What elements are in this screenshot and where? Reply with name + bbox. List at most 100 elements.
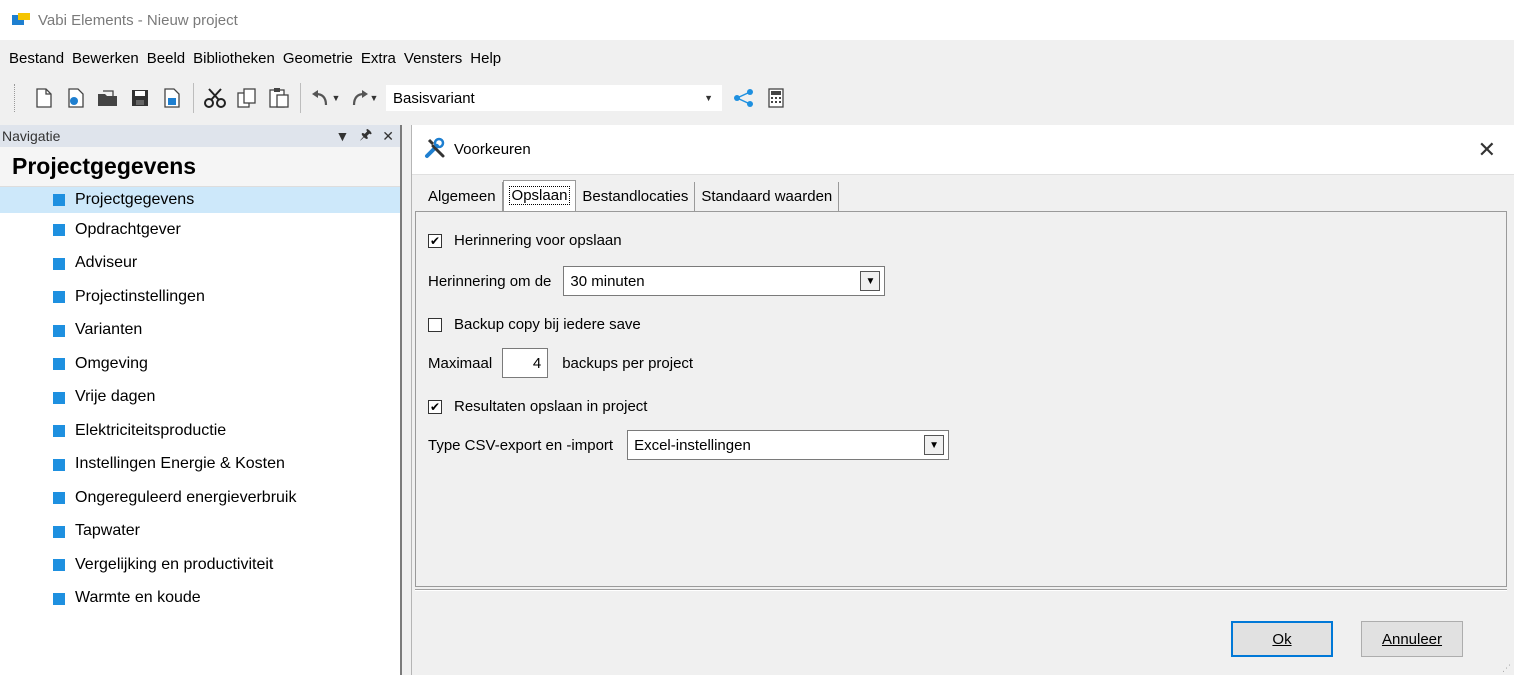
tab-algemeen[interactable]: Algemeen — [422, 182, 503, 212]
resize-grip-icon[interactable]: ⋰ — [1502, 663, 1512, 673]
nav-item-label: Tapwater — [75, 522, 140, 540]
reminder-checkbox[interactable]: ✔ — [428, 233, 442, 248]
nav-item-label: Omgeving — [75, 354, 148, 372]
nav-item-tapwater[interactable]: Tapwater — [0, 515, 402, 549]
menu-help[interactable]: Help — [467, 50, 504, 67]
chevron-down-icon[interactable]: ▼ — [860, 271, 881, 291]
backup-label: Backup copy bij iedere save — [454, 316, 641, 333]
nav-item-ongereguleerd-energieverbruik[interactable]: Ongereguleerd energieverbruik — [0, 481, 402, 515]
nav-item-vergelijking-productiviteit[interactable]: Vergelijking en productiviteit — [0, 548, 402, 582]
cut-icon[interactable] — [199, 82, 231, 114]
nav-item-projectgegevens[interactable]: Projectgegevens — [0, 187, 402, 213]
nav-item-label: Adviseur — [75, 254, 138, 272]
menu-bibliotheken[interactable]: Bibliotheken — [190, 50, 278, 67]
tab-panel-opslaan: ✔ Herinnering voor opslaan Herinnering o… — [415, 211, 1507, 587]
panel-splitter[interactable] — [400, 125, 402, 675]
dialog-title: Voorkeuren — [454, 141, 531, 158]
bullet-square-icon — [53, 592, 65, 605]
nav-item-label: Vrije dagen — [75, 388, 156, 406]
copy-icon[interactable] — [231, 82, 263, 114]
menu-extra[interactable]: Extra — [358, 50, 399, 67]
chevron-down-icon[interactable]: ▼ — [924, 435, 945, 455]
menu-bestand[interactable]: Bestand — [6, 50, 67, 67]
tab-label: Algemeen — [428, 188, 496, 205]
tab-opslaan[interactable]: Opslaan — [502, 180, 577, 212]
max-backups-input[interactable]: 4 — [502, 348, 549, 378]
tab-label: Standaard waarden — [701, 188, 833, 205]
menu-geometrie[interactable]: Geometrie — [280, 50, 356, 67]
bullet-square-icon — [53, 425, 65, 437]
nav-item-label: Warmte en koude — [75, 589, 201, 607]
bullet-square-icon — [53, 391, 65, 404]
nav-item-label: Vergelijking en productiviteit — [75, 555, 274, 573]
nav-item-varianten[interactable]: Varianten — [0, 314, 402, 348]
open-icon[interactable] — [92, 82, 124, 114]
backup-row: Backup copy bij iedere save — [428, 316, 641, 333]
menu-beeld[interactable]: Beeld — [144, 50, 188, 67]
cancel-button[interactable]: Annuleer — [1361, 621, 1463, 657]
csv-type-select[interactable]: Excel-instellingen ▼ — [627, 430, 950, 460]
nav-item-vrije-dagen[interactable]: Vrije dagen — [0, 381, 402, 415]
nav-item-opdrachtgever[interactable]: Opdrachtgever — [0, 213, 402, 247]
nav-item-projectinstellingen[interactable]: Projectinstellingen — [0, 280, 402, 314]
calculator-icon[interactable] — [760, 82, 792, 114]
bullet-square-icon — [53, 458, 65, 471]
title-bar: Vabi Elements - Nieuw project — [0, 0, 1514, 40]
variant-value: Basisvariant — [393, 89, 475, 107]
max-backups-row: Maximaal 4 backups per project — [428, 348, 693, 378]
max-backups-value: 4 — [532, 354, 542, 372]
close-icon[interactable]: ✕ — [382, 128, 394, 145]
chevron-down-icon[interactable]: ▼ — [704, 93, 713, 103]
results-row: ✔ Resultaten opslaan in project — [428, 398, 647, 415]
chevron-down-icon[interactable]: ▼ — [370, 93, 379, 103]
bullet-square-icon — [53, 525, 65, 538]
results-label: Resultaten opslaan in project — [454, 398, 648, 415]
nav-item-omgeving[interactable]: Omgeving — [0, 347, 402, 381]
bullet-square-icon — [53, 358, 65, 370]
undo-icon[interactable]: ▼ — [306, 82, 344, 114]
chevron-down-icon[interactable]: ▼ — [332, 93, 341, 103]
pin-icon[interactable]: 🖈 — [359, 124, 372, 148]
new-icon[interactable] — [28, 82, 60, 114]
navigation-list: Projectgegevens Opdrachtgever Adviseur P… — [0, 187, 402, 615]
close-icon[interactable]: ✕ — [1478, 137, 1496, 163]
dialog-separator — [415, 589, 1507, 591]
reminder-interval-select[interactable]: 30 minuten ▼ — [563, 266, 886, 296]
tab-bestandlocaties[interactable]: Bestandlocaties — [576, 182, 696, 212]
nav-item-adviseur[interactable]: Adviseur — [0, 247, 402, 281]
tab-standaard-waarden[interactable]: Standaard waarden — [695, 182, 840, 212]
dialog-title-bar: Voorkeuren — [412, 125, 1514, 175]
toolbar-separator — [300, 83, 301, 113]
preferences-dialog: Voorkeuren ✕ Algemeen Opslaan Bestandloc… — [411, 125, 1514, 675]
chevron-down-icon[interactable]: ▼ — [335, 128, 349, 144]
nav-item-label: Varianten — [75, 321, 143, 339]
bullet-square-icon — [53, 291, 65, 303]
csv-type-value: Excel-instellingen — [634, 436, 751, 454]
menu-vensters[interactable]: Vensters — [401, 50, 465, 67]
nav-item-warmte-koude[interactable]: Warmte en koude — [0, 582, 402, 616]
nav-item-elektriciteitsproductie[interactable]: Elektriciteitsproductie — [0, 414, 402, 448]
menu-bar: Bestand Bewerken Beeld Bibliotheken Geom… — [0, 43, 1514, 73]
reminder-interval-value: 30 minuten — [570, 272, 645, 290]
share-icon[interactable] — [728, 82, 760, 114]
variant-select[interactable]: Basisvariant ▼ — [386, 85, 722, 111]
new-template-icon[interactable] — [60, 82, 92, 114]
backup-checkbox[interactable] — [428, 317, 442, 332]
navigation-header: Navigatie ▼ 🖈 ✕ — [0, 125, 402, 147]
bullet-square-icon — [53, 492, 65, 504]
toolbar-grip[interactable] — [14, 84, 18, 112]
results-checkbox[interactable]: ✔ — [428, 399, 442, 414]
reminder-interval-label: Herinnering om de — [428, 272, 552, 290]
menu-bewerken[interactable]: Bewerken — [69, 50, 142, 67]
reminder-row: ✔ Herinnering voor opslaan — [428, 232, 622, 249]
reminder-label: Herinnering voor opslaan — [454, 232, 622, 249]
paste-icon[interactable] — [263, 82, 295, 114]
nav-item-label: Projectinstellingen — [75, 287, 205, 305]
nav-item-label: Projectgegevens — [75, 191, 195, 208]
save-as-icon[interactable] — [156, 82, 188, 114]
tab-label: Opslaan — [508, 186, 571, 205]
nav-item-instellingen-energie-kosten[interactable]: Instellingen Energie & Kosten — [0, 448, 402, 482]
save-icon[interactable] — [124, 82, 156, 114]
redo-icon[interactable]: ▼ — [344, 82, 382, 114]
ok-button[interactable]: Ok — [1231, 621, 1333, 657]
